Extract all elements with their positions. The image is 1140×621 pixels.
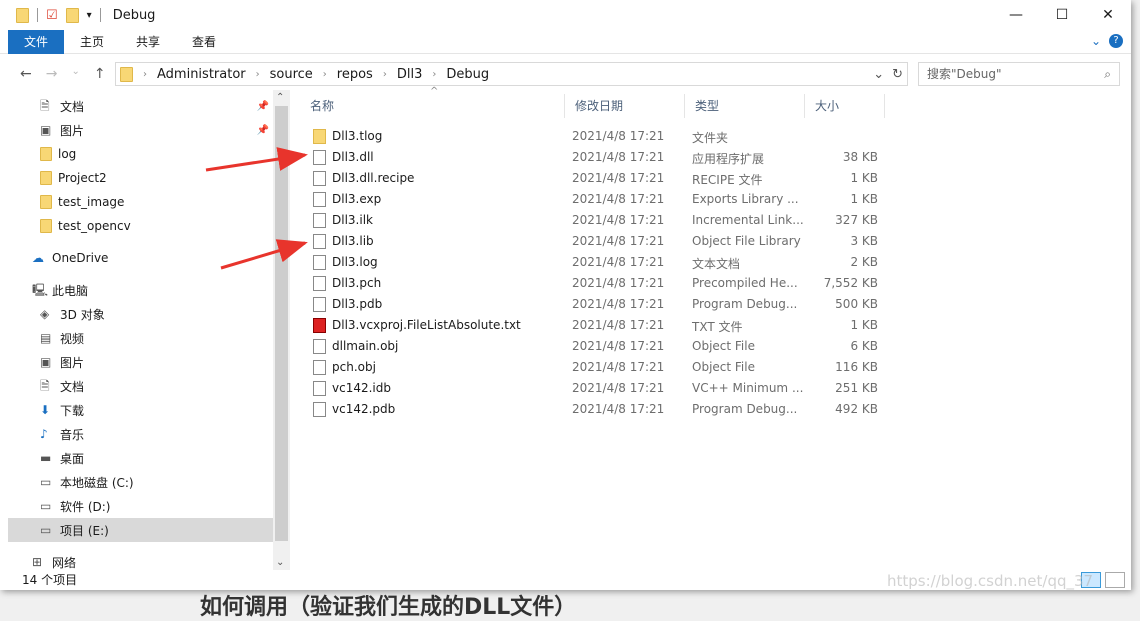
red-arrow-lib <box>220 239 308 270</box>
annotation-arrows <box>205 147 308 270</box>
red-arrow-dll <box>205 147 308 172</box>
